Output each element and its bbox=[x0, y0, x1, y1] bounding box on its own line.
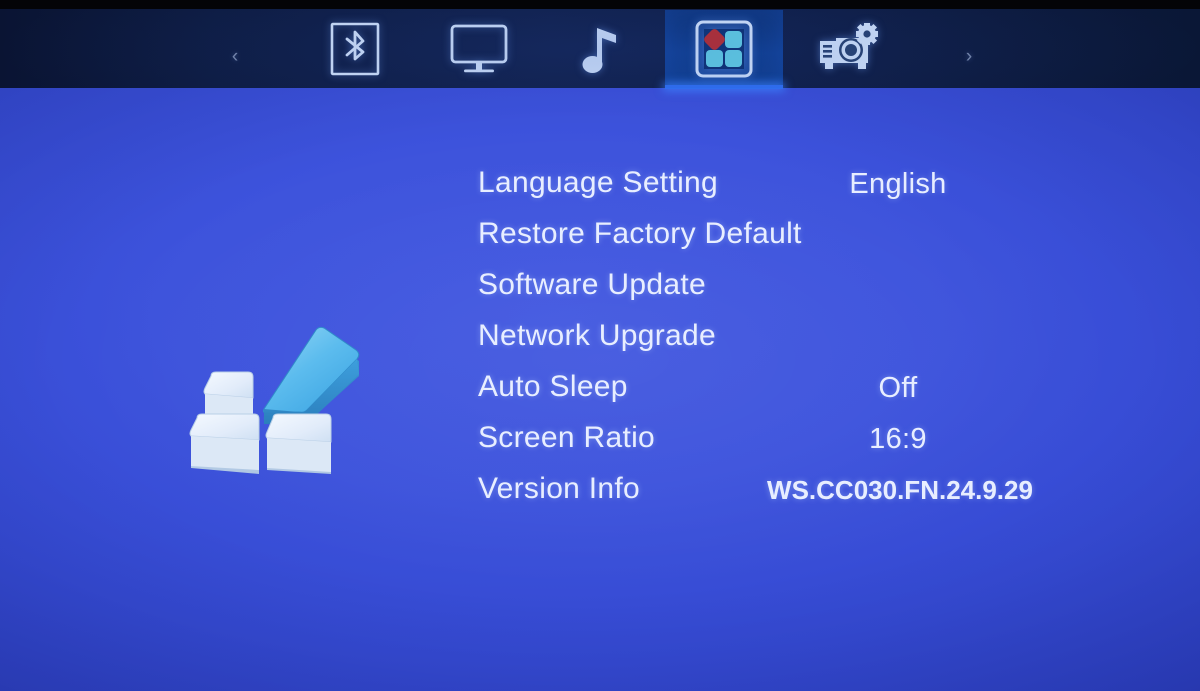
setting-label: Restore Factory Default bbox=[478, 217, 802, 250]
setting-label: Software Update bbox=[478, 268, 706, 301]
setting-row-screen-ratio[interactable]: Screen Ratio 16:9 bbox=[478, 418, 1118, 469]
projector-gear-icon bbox=[814, 23, 882, 75]
setting-row-auto-sleep[interactable]: Auto Sleep Off bbox=[478, 367, 1118, 418]
setting-value: 16:9 bbox=[869, 423, 927, 455]
screen-top-edge bbox=[0, 0, 1200, 9]
setting-label: Language Setting bbox=[478, 166, 719, 199]
setting-value: Off bbox=[878, 372, 918, 404]
apps-grid-icon bbox=[694, 19, 754, 79]
tab-apps-settings[interactable] bbox=[665, 10, 783, 89]
tab-display[interactable] bbox=[420, 10, 538, 88]
chevron-right-icon[interactable]: › bbox=[958, 45, 980, 69]
setting-row-software-update[interactable]: Software Update bbox=[478, 265, 1118, 316]
music-note-icon bbox=[579, 20, 625, 78]
setting-row-network-upgrade[interactable]: Network Upgrade bbox=[478, 316, 1118, 367]
top-navigation-bar: ‹ › bbox=[0, 9, 1200, 89]
windows-blocks-logo bbox=[183, 306, 373, 486]
tab-projector[interactable] bbox=[789, 10, 907, 88]
tab-music[interactable] bbox=[543, 10, 661, 88]
setting-label: Screen Ratio bbox=[478, 421, 656, 454]
setting-row-restore-factory-default[interactable]: Restore Factory Default bbox=[478, 214, 1118, 265]
setting-label: Auto Sleep bbox=[478, 370, 628, 403]
chevron-left-icon[interactable]: ‹ bbox=[224, 45, 246, 69]
settings-list: Language Setting English Restore Factory… bbox=[478, 163, 1118, 520]
setting-value: English bbox=[849, 168, 947, 200]
bluetooth-icon bbox=[329, 21, 381, 77]
tab-bluetooth[interactable] bbox=[296, 10, 414, 88]
projector-settings-screen: ‹ › Language Setting English Restore Fac… bbox=[0, 0, 1200, 691]
setting-row-language[interactable]: Language Setting English bbox=[478, 163, 1118, 214]
monitor-icon bbox=[448, 21, 510, 77]
setting-label: Version Info bbox=[478, 472, 641, 505]
setting-value-version: WS.CC030.FN.24.9.29 bbox=[767, 475, 1033, 505]
setting-label: Network Upgrade bbox=[478, 319, 716, 352]
setting-row-version-info[interactable]: Version Info WS.CC030.FN.24.9.29 bbox=[478, 469, 1118, 520]
